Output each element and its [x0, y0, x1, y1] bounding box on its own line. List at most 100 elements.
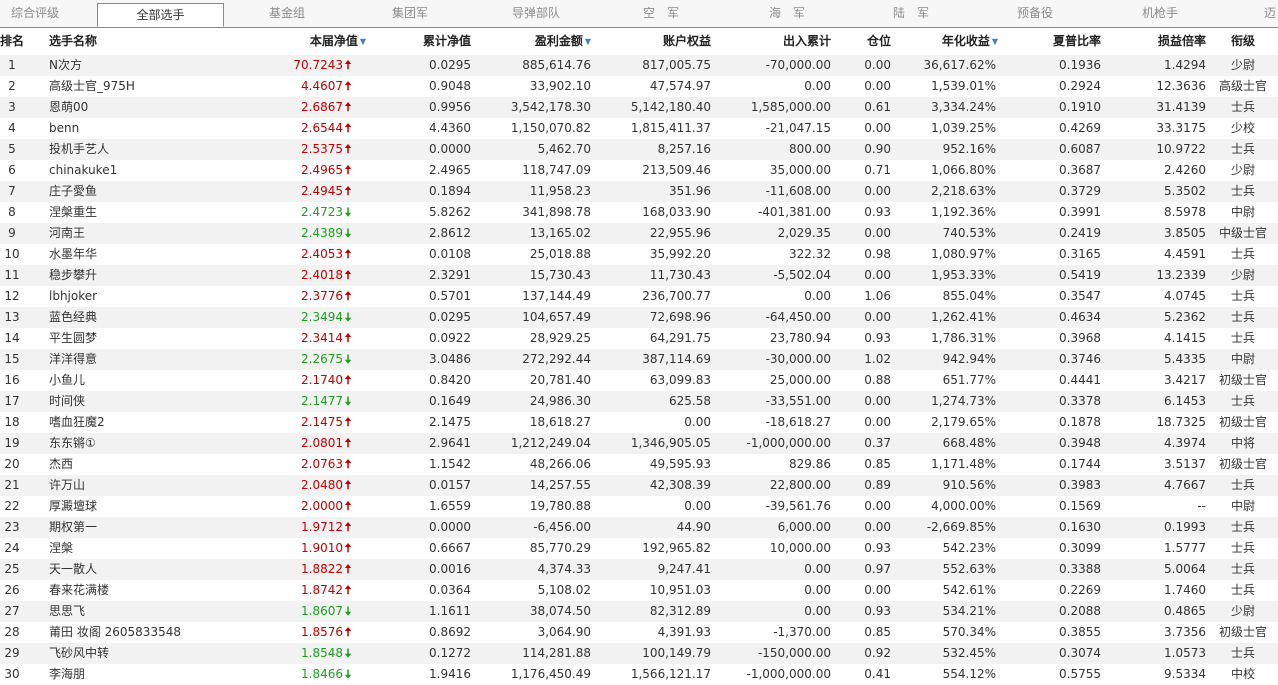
table-row[interactable]: 22 厚澱壇球 2.0000 🠅 1.6559 19,780.88 0.00 -39,561.…	[0, 496, 1278, 517]
arrow-up-icon: 🠅	[344, 163, 352, 177]
col-cumulative[interactable]: 累计净值	[380, 28, 471, 55]
player-name[interactable]: 嗜血狂魔2	[49, 412, 249, 433]
cash-flow: 22,800.00	[769, 478, 831, 492]
col-ratio[interactable]: 损益倍率	[1110, 28, 1206, 55]
table-row[interactable]: 29 飞砂风中转 1.8548 🠇 0.1272 114,281.88 100,149.79…	[0, 643, 1278, 664]
position-ratio: 0.00	[864, 499, 891, 513]
table-row[interactable]: 6 chinakuke1 2.4965 🠅 2.4965 118,747.09 213,50…	[0, 160, 1278, 181]
player-name[interactable]: 平生圆梦	[49, 328, 249, 349]
table-row[interactable]: 14 平生圆梦 2.3414 🠅 0.0922 28,929.25 64,291.75 23,…	[0, 328, 1278, 349]
player-name[interactable]: lbhjoker	[49, 286, 249, 307]
arrow-up-icon: 🠅	[344, 478, 352, 492]
col-equity[interactable]: 账户权益	[600, 28, 711, 55]
table-row[interactable]: 4 benn 2.6544 🠅 4.4360 1,150,070.82 1,815,411.…	[0, 118, 1278, 139]
table-row[interactable]: 8 涅槃重生 2.4723 🠇 5.8262 341,898.78 168,033.90 -4…	[0, 202, 1278, 223]
table-row[interactable]: 30 李海朋 1.8466 🠇 1.9416 1,176,450.49 1,566,121.…	[0, 664, 1278, 685]
tab-army[interactable]: 陆 军	[874, 0, 948, 27]
player-name[interactable]: 水墨年华	[49, 244, 249, 265]
table-row[interactable]: 15 洋洋得意 2.2675 🠇 3.0486 272,292.44 387,114.69-…	[0, 349, 1278, 370]
cash-flow: -1,000,000.00	[746, 667, 832, 681]
col-name[interactable]: 选手名称	[49, 28, 169, 55]
player-name[interactable]: 莆田 妆阁 2605833548	[49, 622, 249, 643]
pnl-ratio: 1.7460	[1164, 583, 1206, 597]
tab-all-players[interactable]: 全部选手	[97, 3, 224, 27]
col-pnl[interactable]: 盈利金额 ▼	[480, 28, 591, 55]
nav-number: 1.8607	[301, 604, 343, 618]
player-name[interactable]: benn	[49, 118, 249, 139]
tab-rating[interactable]: 综合评级	[0, 0, 70, 27]
table-row[interactable]: 19 东东锵① 2.0801 🠅 2.9641 1,212,249.04 1,346,905…	[0, 433, 1278, 454]
table-row[interactable]: 17 时间侠 2.1477 🠇 0.1649 24,986.30 625.58 -33,551…	[0, 391, 1278, 412]
position-ratio: 0.85	[864, 625, 891, 639]
tab-fund-group[interactable]: 基金组	[250, 0, 324, 27]
player-name[interactable]: 期权第一	[49, 517, 249, 538]
sharpe-ratio: 0.4269	[1059, 121, 1101, 135]
player-name[interactable]: 洋洋得意	[49, 349, 249, 370]
table-row[interactable]: 5 投机手艺人 2.5375 🠅 0.0000 5,462.70 8,257.16 800.0…	[0, 139, 1278, 160]
player-name[interactable]: 春来花满楼	[49, 580, 249, 601]
player-name[interactable]: chinakuke1	[49, 160, 249, 181]
table-row[interactable]: 10 水墨年华 2.4053 🠅 0.0108 25,018.88 35,992.20 322…	[0, 244, 1278, 265]
player-name[interactable]: 小鱼儿	[49, 370, 249, 391]
table-row[interactable]: 21 许万山 2.0480 🠅 0.0157 14,257.55 42,308.39 22,8…	[0, 475, 1278, 496]
table-row[interactable]: 25 天一散人 1.8822 🠅 0.0016 4,374.33 9,247.41 0.00 0…	[0, 559, 1278, 580]
tab-group-army[interactable]: 集团军	[373, 0, 447, 27]
col-position[interactable]: 仓位	[840, 28, 891, 55]
player-name[interactable]: 涅槃	[49, 538, 249, 559]
account-equity: 42,308.39	[649, 478, 711, 492]
table-row[interactable]: 27 思思飞 1.8607 🠇 1.1611 38,074.50 82,312.89 0.00…	[0, 601, 1278, 622]
sharpe-ratio: 0.3099	[1059, 541, 1101, 555]
table-row[interactable]: 26 春来花满楼 1.8742 🠅 0.0364 5,108.02 10,951.03 0.0…	[0, 580, 1278, 601]
col-flow[interactable]: 出入累计	[720, 28, 831, 55]
table-row[interactable]: 1 N次方 70.7243 🠅 0.0295 885,614.76 817,005.75 -7…	[0, 55, 1278, 76]
col-rank-title[interactable]: 衔级	[1214, 28, 1272, 55]
pnl-amount: 1,176,450.49	[510, 667, 591, 681]
player-name[interactable]: 时间侠	[49, 391, 249, 412]
table-row[interactable]: 18 嗜血狂魔2 2.1475 🠅 2.1475 18,618.27 0.00 -18,618…	[0, 412, 1278, 433]
table-row[interactable]: 7 庄子愛鱼 2.4945 🠅 0.1894 11,958.23 351.96 -11,608…	[0, 181, 1278, 202]
table-row[interactable]: 20 杰西 2.0763 🠅 1.1542 48,266.06 49,595.93 829.8…	[0, 454, 1278, 475]
table-row[interactable]: 24 涅槃 1.9010 🠅 0.6667 85,770.29 192,965.82 10,0…	[0, 538, 1278, 559]
tab-reserve[interactable]: 预备役	[998, 0, 1072, 27]
col-nav[interactable]: 本届净值 ▼	[250, 28, 366, 55]
player-name[interactable]: 投机手艺人	[49, 139, 249, 160]
table-row[interactable]: 9 河南王 2.4389 🠇 2.8612 13,165.02 22,955.96 2,029…	[0, 223, 1278, 244]
tab-navy[interactable]: 海 军	[750, 0, 824, 27]
player-name[interactable]: 蓝色经典	[49, 307, 249, 328]
cash-flow: 0.00	[804, 583, 831, 597]
pnl-amount: 1,212,249.04	[510, 436, 591, 450]
player-name[interactable]: 飞砂风中转	[49, 643, 249, 664]
player-name[interactable]: 李海朋	[49, 664, 249, 685]
table-row[interactable]: 11 稳步攀升 2.4018 🠅 2.3291 15,730.43 11,730.43 -5,…	[0, 265, 1278, 286]
player-name[interactable]: N次方	[49, 55, 249, 76]
table-row[interactable]: 16 小鱼儿 2.1740 🠅 0.8420 20,781.40 63,099.83 25,0…	[0, 370, 1278, 391]
player-name[interactable]: 杰西	[49, 454, 249, 475]
table-row[interactable]: 3 恩萌00 2.6867 🠅 0.9956 3,542,178.30 5,142,180.…	[0, 97, 1278, 118]
tab-machine-gunner[interactable]: 机枪手	[1123, 0, 1197, 27]
position-ratio: 0.90	[864, 142, 891, 156]
player-name[interactable]: 天一散人	[49, 559, 249, 580]
tab-more[interactable]: 迈	[1262, 0, 1278, 27]
col-rank[interactable]: 排名	[0, 28, 40, 55]
table-row[interactable]: 12 lbhjoker 2.3776 🠅 0.5701 137,144.49 236,700…	[0, 286, 1278, 307]
player-name[interactable]: 庄子愛鱼	[49, 181, 249, 202]
tab-missile-force[interactable]: 导弹部队	[498, 0, 574, 27]
pnl-ratio: 1.4294	[1164, 58, 1206, 72]
player-name[interactable]: 厚澱壇球	[49, 496, 249, 517]
arrow-up-icon: 🠅	[344, 58, 352, 72]
col-sharpe[interactable]: 夏普比率	[1010, 28, 1101, 55]
col-annual[interactable]: 年化收益 ▼	[900, 28, 998, 55]
tab-air-force[interactable]: 空 军	[624, 0, 698, 27]
player-name[interactable]: 涅槃重生	[49, 202, 249, 223]
table-row[interactable]: 2 高级士官_975H 4.4607 🠅 0.9048 33,902.10 47,574.9…	[0, 76, 1278, 97]
table-row[interactable]: 23 期权第一 1.9712 🠅 0.0000 -6,456.00 44.90 6,000.0…	[0, 517, 1278, 538]
player-name[interactable]: 恩萌00	[49, 97, 249, 118]
player-name[interactable]: 东东锵①	[49, 433, 249, 454]
player-name[interactable]: 许万山	[49, 475, 249, 496]
player-name[interactable]: 高级士官_975H	[49, 76, 249, 97]
table-row[interactable]: 28 莆田 妆阁 2605833548 1.8576 🠅 0.8692 3,064.90 4…	[0, 622, 1278, 643]
table-row[interactable]: 13 蓝色经典 2.3494 🠇 0.0295 104,657.49 72,698.96 -6…	[0, 307, 1278, 328]
player-name[interactable]: 稳步攀升	[49, 265, 249, 286]
player-name[interactable]: 思思飞	[49, 601, 249, 622]
player-name[interactable]: 河南王	[49, 223, 249, 244]
